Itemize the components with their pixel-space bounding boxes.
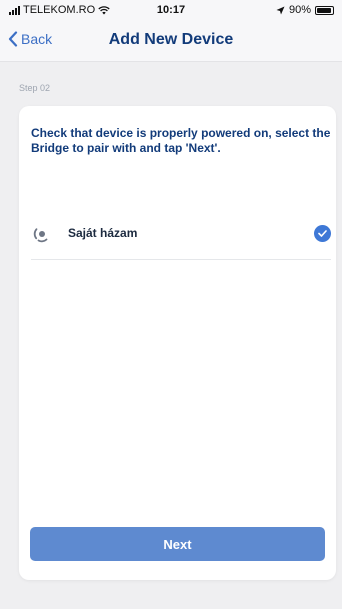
- status-bar: TELEKOM.RO 10:17 90%: [0, 0, 342, 20]
- navigation-bar: Back Add New Device: [0, 20, 342, 62]
- instruction-text: Check that device is properly powered on…: [31, 126, 331, 155]
- bridge-list-item[interactable]: Saját házam: [31, 212, 331, 260]
- back-label: Back: [21, 31, 53, 47]
- bridge-name: Saját házam: [68, 226, 138, 240]
- checkmark-icon: [314, 225, 331, 242]
- location-arrow-icon: [276, 6, 285, 14]
- battery-fill: [317, 7, 331, 13]
- back-button[interactable]: Back: [8, 31, 52, 47]
- battery-percent: 90%: [288, 4, 311, 16]
- bridge-icon: [33, 228, 48, 243]
- chevron-left-icon: [8, 31, 18, 47]
- next-button[interactable]: Next: [30, 527, 325, 561]
- status-right: 90%: [276, 4, 334, 16]
- step-label: Step 02: [19, 83, 51, 93]
- bridge-selection-card: Check that device is properly powered on…: [19, 106, 336, 580]
- battery-icon: [315, 5, 334, 15]
